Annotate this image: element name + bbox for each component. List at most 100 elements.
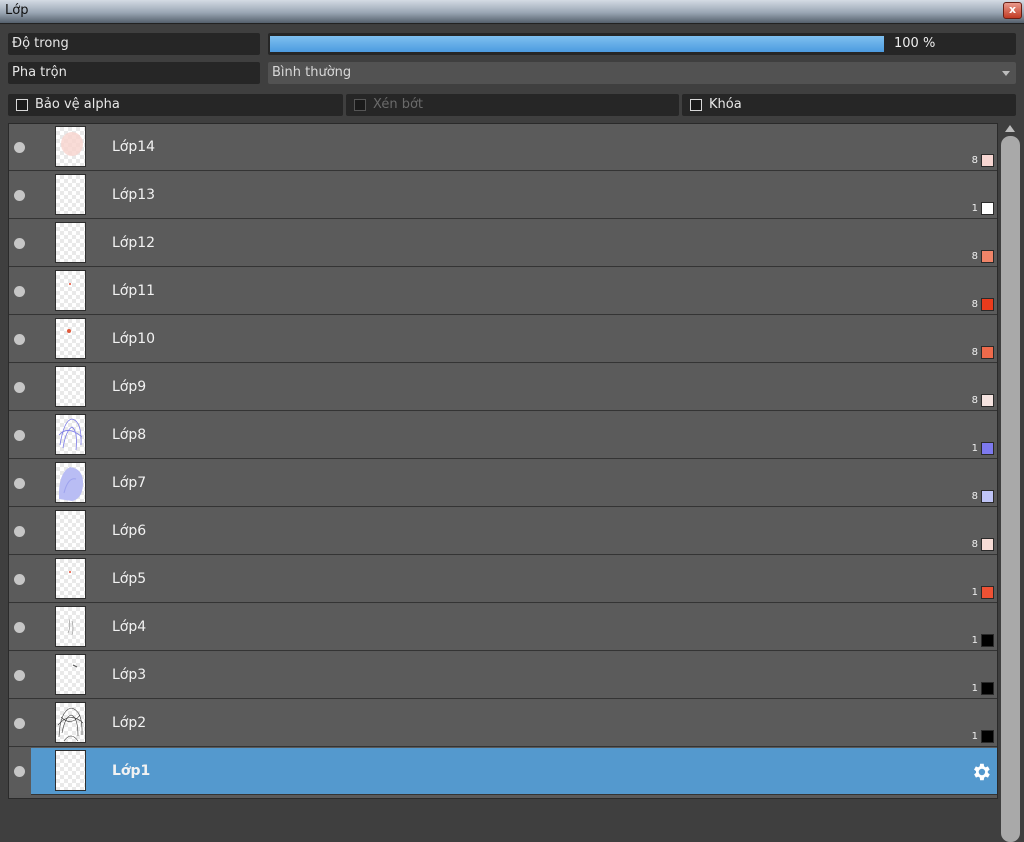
layer-color-swatch[interactable] [981, 538, 994, 551]
layer-color-swatch[interactable] [981, 682, 994, 695]
layer-color-swatch[interactable] [981, 442, 994, 455]
layer-row[interactable]: Lớp12 8 [9, 220, 997, 267]
layer-count: 1 [971, 443, 978, 454]
layer-color-swatch[interactable] [981, 346, 994, 359]
layer-thumbnail [55, 510, 86, 551]
layers-panel: Độ trong 100 % Pha trộn Bình thường Bảo … [0, 25, 1024, 842]
layer-color-swatch[interactable] [981, 586, 994, 599]
layer-thumbnail [55, 318, 86, 359]
layer-thumbnail [55, 558, 86, 599]
layer-color-swatch[interactable] [981, 634, 994, 647]
layer-count: 8 [971, 299, 978, 310]
opacity-slider-fill [270, 36, 884, 52]
layer-color-swatch[interactable] [981, 250, 994, 263]
layer-color-swatch[interactable] [981, 730, 994, 743]
layer-row[interactable]: Lớp6 8 [9, 508, 997, 555]
layer-thumbnail [55, 126, 86, 167]
layer-name: Lớp7 [112, 475, 147, 491]
layer-thumbnail [55, 366, 86, 407]
layer-count: 8 [971, 395, 978, 406]
layer-row[interactable]: Lớp3 1 [9, 652, 997, 699]
layer-row[interactable]: Lớp10 8 [9, 316, 997, 363]
visibility-dot-icon[interactable] [14, 238, 25, 249]
layer-name: Lớp9 [112, 379, 147, 395]
layer-count: 1 [971, 635, 978, 646]
lock-label: Khóa [709, 97, 742, 112]
visibility-dot-icon[interactable] [14, 286, 25, 297]
protect-alpha-checkbox[interactable]: Bảo vệ alpha [8, 94, 343, 116]
layer-name: Lớp6 [112, 523, 147, 539]
visibility-dot-icon[interactable] [14, 766, 25, 777]
layer-thumbnail [55, 702, 86, 743]
layer-thumbnail [55, 222, 86, 263]
opacity-value: 100 % [894, 36, 936, 51]
layer-thumbnail [55, 750, 86, 791]
layer-name: Lớp2 [112, 715, 147, 731]
layer-name: Lớp1 [112, 763, 151, 779]
scroll-up-arrow-icon[interactable] [1005, 125, 1015, 132]
visibility-dot-icon[interactable] [14, 670, 25, 681]
window-title: Lớp [5, 3, 29, 18]
layer-row[interactable]: Lớp5 1 [9, 556, 997, 603]
visibility-dot-icon[interactable] [14, 382, 25, 393]
layer-row[interactable]: Lớp11 8 [9, 268, 997, 315]
close-button[interactable]: x [1003, 2, 1022, 19]
layer-name: Lớp13 [112, 187, 156, 203]
layer-row[interactable]: Lớp4 1 [9, 604, 997, 651]
clip-checkbox[interactable]: Xén bớt [346, 94, 679, 116]
checkbox-box[interactable] [690, 99, 702, 111]
visibility-dot-icon[interactable] [14, 334, 25, 345]
blend-mode-value: Bình thường [272, 65, 352, 80]
layer-color-swatch[interactable] [981, 394, 994, 407]
visibility-dot-icon[interactable] [14, 574, 25, 585]
layer-count: 8 [971, 347, 978, 358]
checkbox-box[interactable] [16, 99, 28, 111]
opacity-label: Độ trong [8, 33, 260, 55]
layer-thumbnail [55, 462, 86, 503]
layer-row[interactable]: Lớp1 [9, 748, 997, 795]
layer-thumbnail [55, 174, 86, 215]
layer-row[interactable]: Lớp8 1 [9, 412, 997, 459]
layer-name: Lớp4 [112, 619, 147, 635]
protect-alpha-label: Bảo vệ alpha [35, 97, 120, 112]
layer-count: 8 [971, 251, 978, 262]
layer-row[interactable]: Lớp14 8 [9, 124, 997, 171]
layer-color-swatch[interactable] [981, 154, 994, 167]
layer-name: Lớp11 [112, 283, 156, 299]
visibility-dot-icon[interactable] [14, 622, 25, 633]
visibility-dot-icon[interactable] [14, 718, 25, 729]
layer-color-swatch[interactable] [981, 298, 994, 311]
layer-name: Lớp14 [112, 139, 156, 155]
layer-name: Lớp3 [112, 667, 147, 683]
layer-count: 8 [971, 539, 978, 550]
layer-row[interactable]: Lớp13 1 [9, 172, 997, 219]
blend-mode-select[interactable]: Bình thường [268, 62, 1016, 84]
checkbox-box[interactable] [354, 99, 366, 111]
scrollbar-thumb[interactable] [1001, 136, 1020, 842]
opacity-slider-track[interactable] [270, 36, 884, 52]
visibility-dot-icon[interactable] [14, 478, 25, 489]
layer-row[interactable]: Lớp9 8 [9, 364, 997, 411]
layer-count: 1 [971, 203, 978, 214]
layer-color-swatch[interactable] [981, 490, 994, 503]
layer-name: Lớp8 [112, 427, 147, 443]
visibility-dot-icon[interactable] [14, 526, 25, 537]
opacity-slider[interactable]: 100 % [268, 33, 1016, 55]
layer-row[interactable]: Lớp2 1 [9, 700, 997, 747]
visibility-dot-icon[interactable] [14, 142, 25, 153]
layer-name: Lớp10 [112, 331, 156, 347]
chevron-down-icon [1002, 71, 1010, 76]
layer-count: 1 [971, 731, 978, 742]
scrollbar[interactable] [999, 123, 1022, 842]
lock-checkbox[interactable]: Khóa [682, 94, 1016, 116]
visibility-dot-icon[interactable] [14, 430, 25, 441]
layer-color-swatch[interactable] [981, 202, 994, 215]
layer-thumbnail [55, 414, 86, 455]
layer-thumbnail [55, 606, 86, 647]
gear-icon[interactable] [970, 761, 992, 783]
layer-row[interactable]: Lớp7 8 [9, 460, 997, 507]
visibility-dot-icon[interactable] [14, 190, 25, 201]
layer-thumbnail [55, 270, 86, 311]
layer-thumbnail [55, 654, 86, 695]
layer-count: 8 [971, 491, 978, 502]
